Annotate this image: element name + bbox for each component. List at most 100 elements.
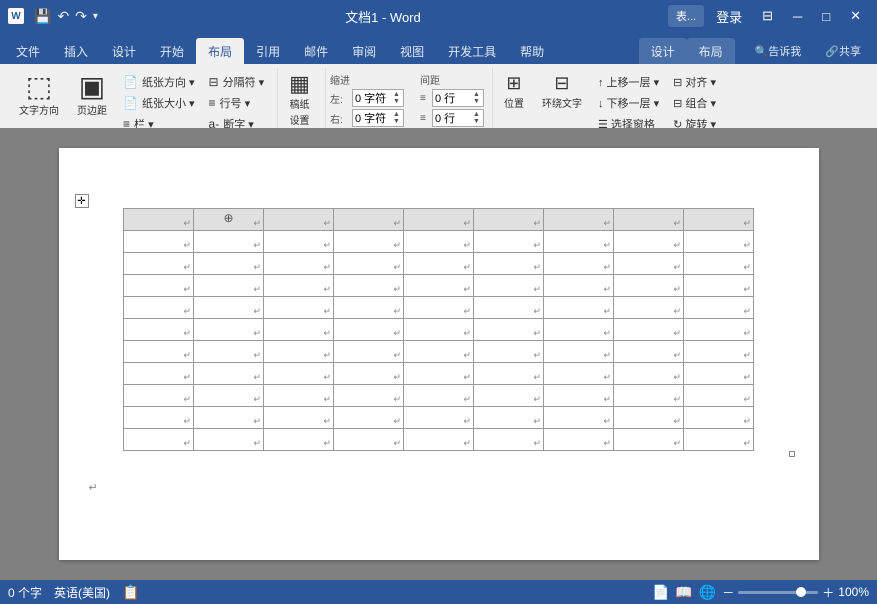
- indent-right-input[interactable]: 0 字符 ▲ ▼: [352, 109, 404, 127]
- bring-forward-button[interactable]: ↑ 上移一层 ▾: [593, 72, 664, 92]
- table-cell[interactable]: ↵: [124, 253, 194, 275]
- table-cell[interactable]: ↵: [614, 407, 684, 429]
- table-cell[interactable]: ↵: [684, 407, 754, 429]
- table-cell[interactable]: ↵: [404, 407, 474, 429]
- table-cell[interactable]: ↵: [474, 231, 544, 253]
- table-cell[interactable]: ↵: [264, 231, 334, 253]
- table-cell[interactable]: ↵: [544, 385, 614, 407]
- document-table[interactable]: ↵↵⊕↵↵↵↵↵↵↵↵↵↵↵↵↵↵↵↵↵↵↵↵↵↵↵↵↵↵↵↵↵↵↵↵↵↵↵↵↵…: [123, 208, 754, 451]
- table-cell[interactable]: ↵: [264, 297, 334, 319]
- table-cell[interactable]: ↵: [194, 319, 264, 341]
- draft-paper-button[interactable]: ▦ 稿纸 设置: [282, 68, 317, 132]
- table-cell[interactable]: ↵: [474, 319, 544, 341]
- table-cell[interactable]: ↵: [404, 209, 474, 231]
- spacing-after-up[interactable]: ▲: [472, 111, 481, 118]
- table-cell[interactable]: ↵: [334, 297, 404, 319]
- table-cell[interactable]: ↵: [264, 319, 334, 341]
- table-cell[interactable]: ↵: [474, 341, 544, 363]
- table-cell[interactable]: ↵: [194, 363, 264, 385]
- tab-design[interactable]: 设计: [100, 38, 148, 64]
- column-move-indicator[interactable]: ⊕: [223, 211, 233, 225]
- table-cell[interactable]: ↵: [194, 341, 264, 363]
- table-cell[interactable]: ↵: [544, 275, 614, 297]
- send-backward-button[interactable]: ↓ 下移一层 ▾: [593, 93, 664, 113]
- table-cell[interactable]: ↵: [474, 385, 544, 407]
- minimize-button[interactable]: ─: [785, 2, 810, 30]
- breaks-button[interactable]: ⊟ 分隔符 ▾: [204, 72, 270, 92]
- table-cell[interactable]: ↵: [614, 209, 684, 231]
- close-button[interactable]: ✕: [842, 2, 869, 30]
- table-cell[interactable]: ↵: [684, 231, 754, 253]
- table-cell[interactable]: ↵: [684, 341, 754, 363]
- tab-review[interactable]: 审阅: [340, 38, 388, 64]
- table-cell[interactable]: ↵: [334, 253, 404, 275]
- table-cell[interactable]: ↵: [334, 275, 404, 297]
- table-cell[interactable]: ↵: [264, 275, 334, 297]
- table-cell[interactable]: ↵: [404, 363, 474, 385]
- table-cell[interactable]: ↵: [684, 363, 754, 385]
- zoom-out-button[interactable]: －: [722, 584, 734, 601]
- zoom-in-button[interactable]: ＋: [822, 584, 834, 601]
- table-cell[interactable]: ↵: [264, 363, 334, 385]
- ribbon-display-button[interactable]: 表...: [668, 5, 704, 27]
- table-cell[interactable]: ↵: [544, 253, 614, 275]
- indent-left-down[interactable]: ▼: [392, 98, 401, 105]
- table-cell[interactable]: ↵: [194, 297, 264, 319]
- spacing-before-input[interactable]: 0 行 ▲ ▼: [432, 89, 484, 107]
- table-move-handle[interactable]: ✛: [75, 194, 89, 208]
- table-cell[interactable]: ↵: [474, 253, 544, 275]
- indent-left-up[interactable]: ▲: [392, 91, 401, 98]
- table-cell[interactable]: ↵: [544, 319, 614, 341]
- zoom-slider[interactable]: [738, 591, 818, 594]
- wrap-text-button[interactable]: ⊟ 环绕文字: [535, 68, 589, 115]
- read-view-button[interactable]: 📖: [675, 584, 692, 601]
- table-cell[interactable]: ↵: [334, 363, 404, 385]
- table-cell[interactable]: ↵: [124, 275, 194, 297]
- position-button[interactable]: ⊞ 位置: [497, 68, 531, 115]
- table-resize-handle[interactable]: [789, 451, 795, 457]
- table-cell[interactable]: ↵: [264, 385, 334, 407]
- zoom-thumb[interactable]: [796, 587, 806, 597]
- table-cell[interactable]: ↵: [404, 385, 474, 407]
- indent-right-down[interactable]: ▼: [392, 118, 401, 125]
- table-cell[interactable]: ↵: [124, 297, 194, 319]
- table-cell[interactable]: ↵: [264, 407, 334, 429]
- table-cell[interactable]: ↵: [404, 275, 474, 297]
- table-cell[interactable]: ↵: [194, 231, 264, 253]
- redo-button[interactable]: ↷: [75, 8, 87, 25]
- table-cell[interactable]: ↵: [404, 253, 474, 275]
- table-cell[interactable]: ↵: [684, 275, 754, 297]
- table-cell[interactable]: ↵: [334, 429, 404, 451]
- margins-button[interactable]: ▣ 页边距: [70, 68, 114, 122]
- table-cell[interactable]: ↵: [404, 429, 474, 451]
- spacing-after-input[interactable]: 0 行 ▲ ▼: [432, 109, 484, 127]
- table-cell[interactable]: ↵: [614, 231, 684, 253]
- table-cell[interactable]: ↵: [124, 385, 194, 407]
- tab-file[interactable]: 文件: [4, 38, 52, 64]
- customize-quick-access-button[interactable]: ▾: [93, 11, 98, 22]
- table-cell[interactable]: ↵: [614, 253, 684, 275]
- table-cell[interactable]: ↵: [684, 297, 754, 319]
- text-direction-button[interactable]: ⬚ 文字方向: [12, 68, 66, 122]
- table-cell[interactable]: ↵: [684, 319, 754, 341]
- table-cell[interactable]: ↵: [404, 341, 474, 363]
- table-cell[interactable]: ↵: [684, 253, 754, 275]
- table-cell[interactable]: ↵: [334, 385, 404, 407]
- table-cell[interactable]: ↵: [684, 385, 754, 407]
- print-layout-view-button[interactable]: 📄: [652, 584, 669, 601]
- table-cell[interactable]: ↵: [334, 319, 404, 341]
- table-cell[interactable]: ↵: [264, 429, 334, 451]
- table-cell[interactable]: ↵: [474, 407, 544, 429]
- share-button[interactable]: 🔗 共享: [813, 38, 873, 64]
- table-cell[interactable]: ↵: [404, 297, 474, 319]
- table-cell[interactable]: ↵: [264, 253, 334, 275]
- table-cell[interactable]: ↵: [124, 341, 194, 363]
- table-cell[interactable]: ↵: [124, 429, 194, 451]
- table-cell[interactable]: ↵: [194, 275, 264, 297]
- table-cell[interactable]: ↵: [124, 209, 194, 231]
- table-cell[interactable]: ↵: [194, 385, 264, 407]
- table-cell[interactable]: ↵: [404, 231, 474, 253]
- tell-me-button[interactable]: 🔍 告诉我: [743, 38, 814, 64]
- tab-home[interactable]: 开始: [148, 38, 196, 64]
- table-cell[interactable]: ↵: [614, 429, 684, 451]
